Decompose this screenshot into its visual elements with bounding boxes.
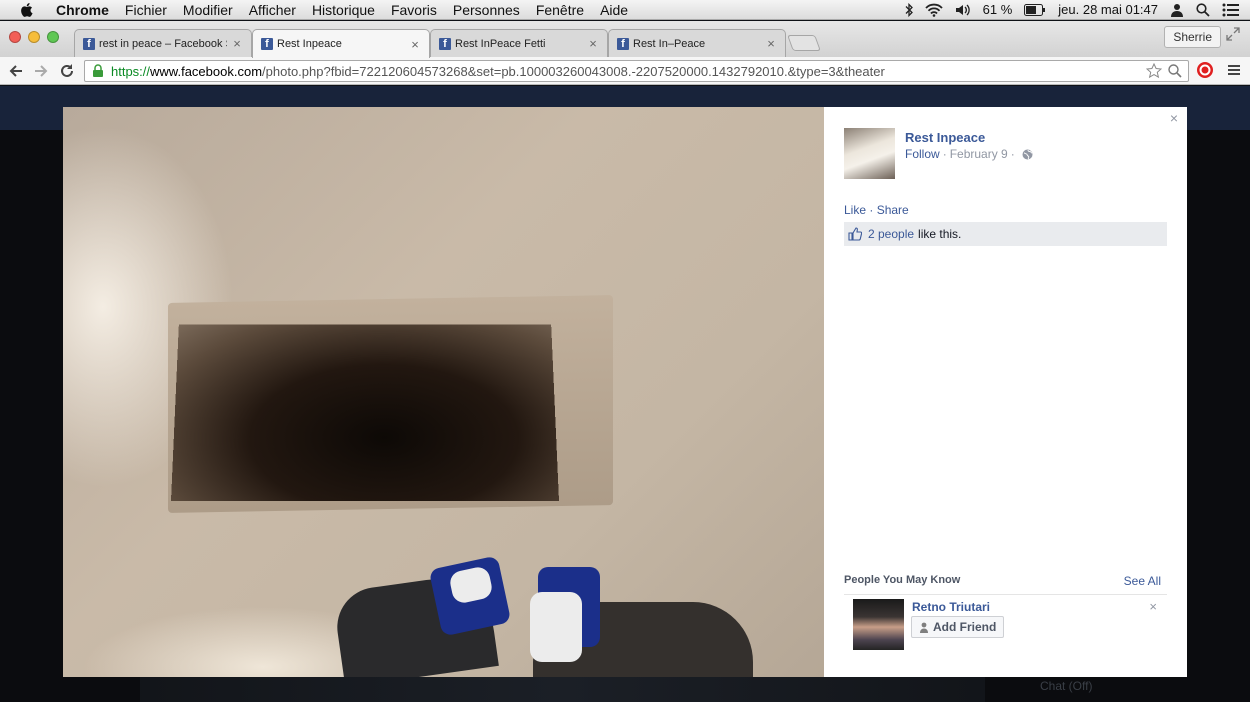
url-path: /photo.php?fbid=722120604573268&set=pb.1… (262, 64, 885, 79)
tab-title: Rest InPeace Fetti (455, 38, 583, 50)
facebook-favicon-icon: f (439, 38, 451, 50)
actions-separator: · (869, 203, 873, 217)
follow-link[interactable]: Follow (905, 147, 940, 161)
facebook-page: Chat (Off) × Rest Inpeace Follow · Febru… (0, 86, 1250, 702)
menu-modifier[interactable]: Modifier (175, 2, 241, 18)
close-theater-icon[interactable]: × (1167, 111, 1181, 125)
bluetooth-icon[interactable] (905, 3, 913, 17)
photo-theater: × Rest Inpeace Follow · February 9 · Lik… (63, 107, 1187, 677)
tab-title: Rest Inpeace (277, 38, 405, 50)
chat-sidebar-toggle[interactable]: Chat (Off) (1032, 679, 1232, 702)
new-tab-button[interactable] (787, 35, 821, 51)
facebook-favicon-icon: f (617, 38, 629, 50)
profile-button[interactable]: Sherrie (1164, 26, 1221, 48)
suggested-friend-avatar[interactable] (853, 599, 904, 650)
dimmed-background-content (140, 677, 985, 702)
post-meta: Follow · February 9 · (905, 147, 1033, 161)
menu-aide[interactable]: Aide (592, 2, 636, 18)
tab-title: Rest In–Peace (633, 38, 761, 50)
wifi-icon[interactable] (925, 3, 943, 17)
chrome-menu-icon[interactable] (1226, 62, 1242, 78)
notification-center-icon[interactable] (1222, 3, 1240, 17)
lock-icon[interactable] (91, 64, 105, 78)
minimize-window-button[interactable] (28, 31, 40, 43)
divider (844, 594, 1167, 595)
menu-afficher[interactable]: Afficher (241, 2, 304, 18)
tab-title: rest in peace – Facebook S (99, 38, 227, 50)
forward-icon[interactable] (31, 61, 51, 81)
url-host: www.facebook.com (150, 64, 262, 79)
add-friend-label: Add Friend (933, 620, 996, 634)
fullscreen-icon[interactable] (1226, 27, 1242, 45)
user-icon[interactable] (1170, 3, 1184, 17)
close-tab-icon[interactable]: × (231, 36, 243, 51)
meta-separator: · (1011, 147, 1015, 161)
mac-menu-bar: Chrome Fichier Modifier Afficher Histori… (0, 0, 1250, 20)
bookmark-star-icon[interactable] (1146, 63, 1162, 79)
post-date[interactable]: February 9 (950, 147, 1008, 161)
battery-icon[interactable] (1024, 4, 1046, 16)
close-tab-icon[interactable]: × (409, 37, 421, 52)
facebook-favicon-icon: f (261, 38, 273, 50)
apple-icon[interactable] (18, 2, 36, 18)
like-link[interactable]: Like (844, 203, 866, 217)
extension-stop-icon[interactable] (1196, 61, 1214, 79)
see-all-link[interactable]: See All (1124, 574, 1161, 588)
url-scheme: https:// (111, 64, 150, 79)
sock-right (530, 592, 582, 662)
close-window-button[interactable] (9, 31, 21, 43)
facebook-favicon-icon: f (83, 38, 95, 50)
reload-icon[interactable] (57, 61, 77, 81)
menu-personnes[interactable]: Personnes (445, 2, 528, 18)
menu-historique[interactable]: Historique (304, 2, 383, 18)
clock[interactable]: jeu. 28 mai 01:47 (1058, 2, 1158, 17)
add-person-icon (919, 622, 929, 633)
tab-rest-inpeace[interactable]: f Rest Inpeace × (252, 29, 430, 58)
owner-profile-picture[interactable] (844, 128, 895, 179)
back-icon[interactable] (6, 61, 26, 81)
menu-fichier[interactable]: Fichier (117, 2, 175, 18)
zoom-window-button[interactable] (47, 31, 59, 43)
tab-rest-in-peace-search[interactable]: f rest in peace – Facebook S × (74, 29, 252, 57)
likes-summary: 2 people like this. (844, 222, 1167, 246)
menu-fenetre[interactable]: Fenêtre (528, 2, 592, 18)
menu-app-chrome[interactable]: Chrome (48, 2, 117, 18)
share-link[interactable]: Share (877, 203, 909, 217)
browser-toolbar: https://www.facebook.com/photo.php?fbid=… (0, 57, 1250, 85)
thumbs-up-icon (848, 227, 862, 241)
close-tab-icon[interactable]: × (765, 36, 777, 51)
battery-percent: 61 % (983, 2, 1013, 17)
likers-link[interactable]: 2 people (868, 227, 914, 241)
address-bar[interactable]: https://www.facebook.com/photo.php?fbid=… (84, 60, 1189, 82)
zoom-icon[interactable] (1167, 63, 1183, 79)
close-tab-icon[interactable]: × (587, 36, 599, 51)
post-actions: Like · Share (844, 203, 909, 217)
tab-rest-in-peace[interactable]: f Rest In–Peace × (608, 29, 786, 57)
photo-image[interactable] (63, 107, 824, 677)
menu-favoris[interactable]: Favoris (383, 2, 445, 18)
dismiss-suggestion-icon[interactable]: × (1149, 599, 1157, 614)
public-globe-icon[interactable] (1022, 149, 1033, 160)
photo-info-panel: × Rest Inpeace Follow · February 9 · Lik… (824, 107, 1187, 677)
meta-separator: · (943, 147, 947, 161)
window-controls (9, 31, 59, 43)
add-friend-button[interactable]: Add Friend (911, 616, 1004, 638)
spotlight-search-icon[interactable] (1196, 3, 1210, 17)
tab-rest-inpeace-fetti[interactable]: f Rest InPeace Fetti × (430, 29, 608, 57)
suggested-friend-name[interactable]: Retno Triutari (912, 600, 990, 614)
volume-icon[interactable] (955, 3, 971, 17)
owner-name-link[interactable]: Rest Inpeace (905, 130, 985, 145)
grave-pit (171, 325, 559, 501)
tab-strip: f rest in peace – Facebook S × f Rest In… (0, 21, 1250, 57)
likes-text: like this. (918, 227, 961, 241)
pymk-heading: People You May Know (844, 574, 960, 586)
